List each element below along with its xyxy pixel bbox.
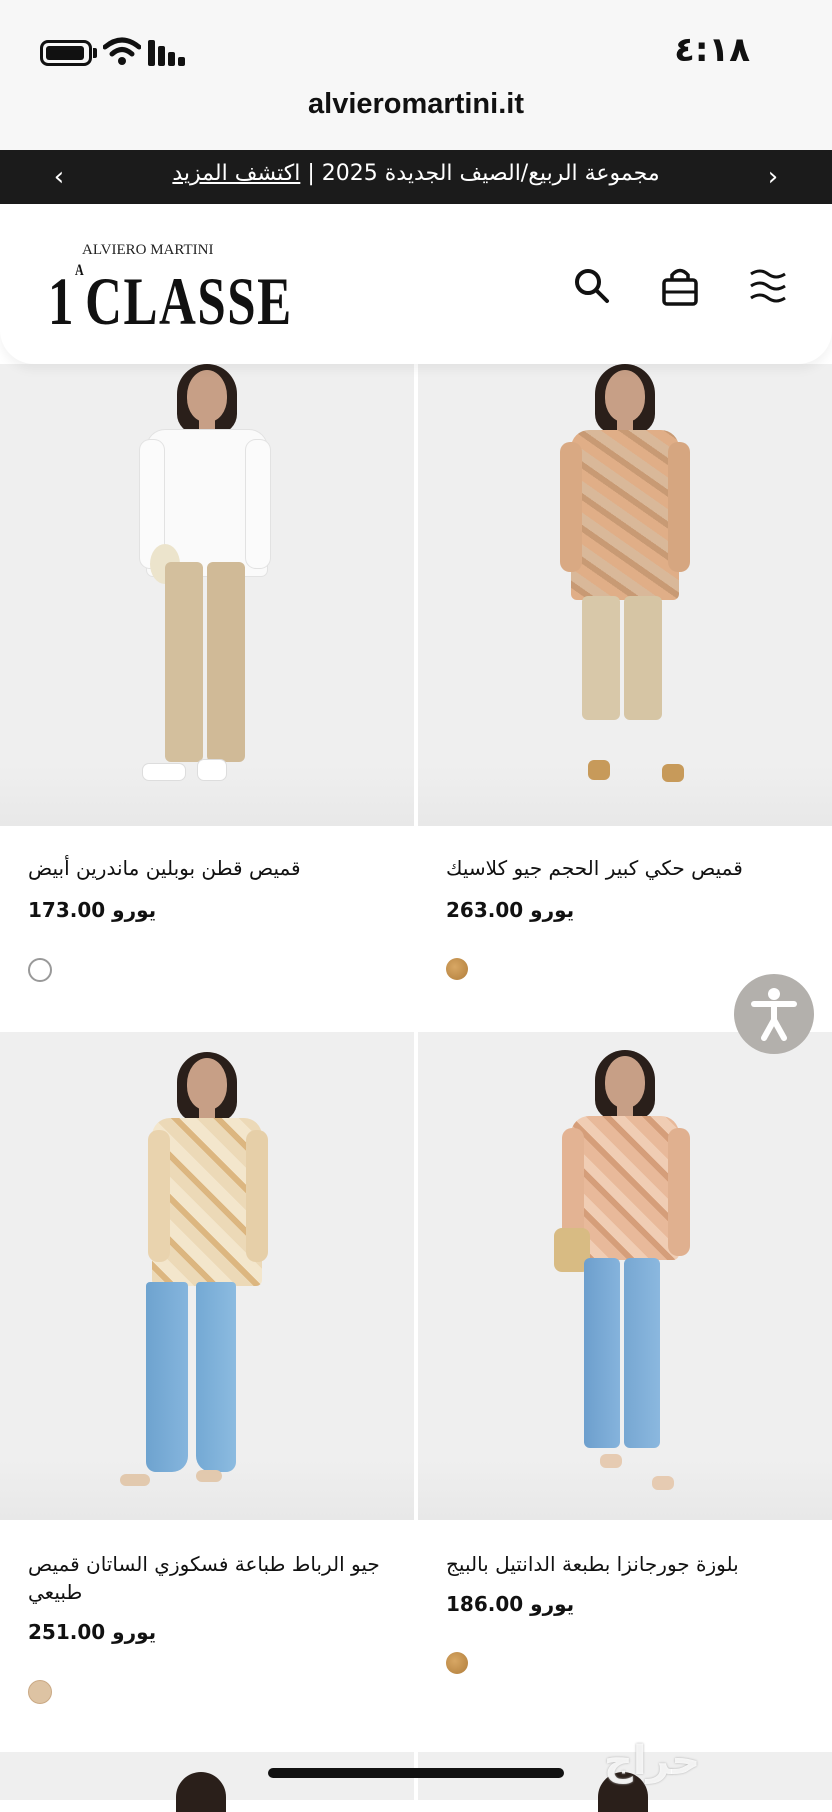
home-indicator[interactable] [268, 1768, 564, 1778]
chevron-left-icon[interactable]: ‹ [44, 162, 74, 192]
logo-word: CLASSE [85, 263, 293, 339]
announcement-message: مجموعة الربيع/الصيف الجديدة 2025 | اكتشف… [80, 161, 752, 186]
search-icon[interactable] [570, 264, 614, 308]
announcement-bar: ‹ مجموعة الربيع/الصيف الجديدة 2025 | اكت… [0, 150, 832, 204]
product-image[interactable] [418, 364, 832, 826]
logo-brand-text: ALVIERO MARTINI [82, 242, 214, 258]
site-header: ALVIERO MARTINI 1ACLASSE [0, 204, 832, 364]
product-name[interactable]: بلوزة جورجانزا بطبعة الدانتيل بالبيج [446, 1550, 806, 1578]
battery-tip [93, 48, 97, 58]
color-swatch[interactable] [28, 1680, 52, 1704]
watermark-logo: حراج [604, 1738, 701, 1784]
clock: ٤:١٨ [674, 30, 750, 70]
wifi-icon [103, 37, 141, 65]
announcement-text: مجموعة الربيع/الصيف الجديدة 2025 | [307, 161, 660, 186]
logo-superscript: A [75, 262, 86, 279]
logo-number: 1 [48, 263, 75, 339]
discover-more-link[interactable]: اكتشف المزيد [172, 161, 300, 186]
product-card[interactable]: جيو الرباط طباعة فسكوزي الساتان قميص طبي… [0, 1032, 414, 1752]
battery-icon [40, 40, 92, 66]
product-name[interactable]: قميص قطن بوبلين ماندرين أبيض [28, 854, 388, 882]
url-bar[interactable]: alvieromartini.it [0, 88, 832, 121]
product-price: 263.00 يورو [446, 898, 575, 922]
chevron-right-icon[interactable]: › [758, 162, 788, 192]
product-image[interactable] [0, 1032, 414, 1520]
color-swatch[interactable] [446, 958, 468, 980]
product-price: 173.00 يورو [28, 898, 157, 922]
product-image[interactable] [418, 1032, 832, 1520]
bag-icon[interactable] [658, 264, 702, 308]
product-name[interactable]: جيو الرباط طباعة فسكوزي الساتان قميص طبي… [28, 1550, 388, 1606]
accessibility-button[interactable] [734, 974, 814, 1054]
product-price: 251.00 يورو [28, 1620, 157, 1644]
product-image[interactable] [0, 364, 414, 826]
product-price: 186.00 يورو [446, 1592, 575, 1616]
product-card[interactable]: قميص حكي كبير الحجم جيو كلاسيك 263.00 يو… [418, 364, 832, 1032]
color-swatch[interactable] [28, 958, 52, 982]
accessibility-icon [751, 988, 797, 1041]
product-card[interactable]: بلوزة جورجانزا بطبعة الدانتيل بالبيج 186… [418, 1032, 832, 1752]
product-card[interactable]: قميص قطن بوبلين ماندرين أبيض 173.00 يورو [0, 364, 414, 1032]
product-name[interactable]: قميص حكي كبير الحجم جيو كلاسيك [446, 854, 806, 882]
color-swatch[interactable] [446, 1652, 468, 1674]
browser-status-bar: ٤:١٨ alvieromartini.it [0, 0, 832, 150]
menu-icon[interactable] [746, 264, 790, 308]
logo[interactable]: 1ACLASSE [48, 262, 293, 341]
signal-icon [148, 40, 188, 66]
